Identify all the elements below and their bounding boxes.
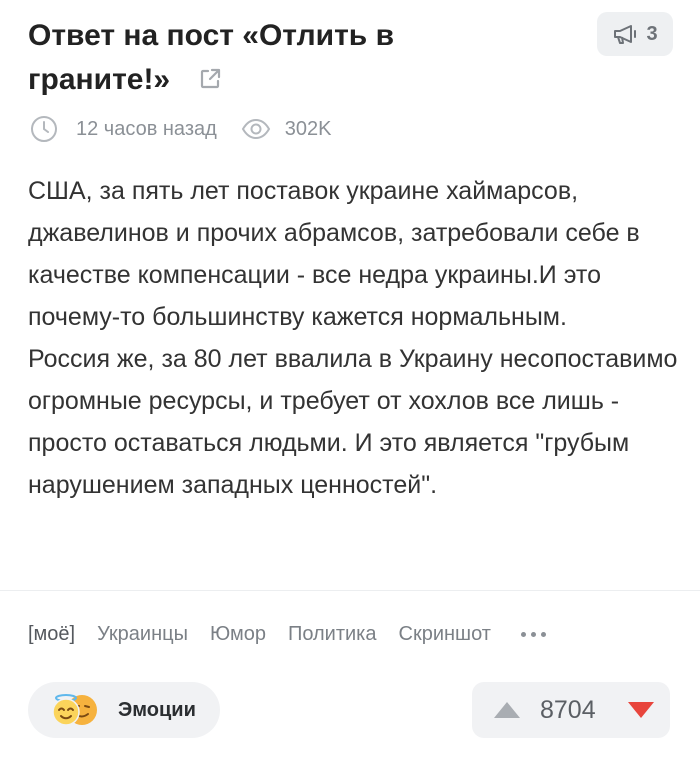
comments-count: 3 (646, 22, 658, 45)
post-body: США, за пять лет поставок украине хаймар… (28, 170, 678, 506)
rating-value: 8704 (540, 695, 596, 724)
tag-mine[interactable]: [моё] (28, 623, 75, 646)
emoji-angel-icon (52, 694, 80, 726)
clock-icon (31, 116, 57, 142)
vote-down-button[interactable] (626, 700, 656, 720)
eye-icon (241, 118, 270, 140)
post-time: 12 часов назад (76, 117, 217, 140)
post-paragraph-2: Россия же, за 80 лет ввалила в Украину н… (28, 345, 678, 499)
rating-box: 8704 (472, 682, 670, 738)
post-paragraph-1: США, за пять лет поставок украине хаймар… (28, 177, 640, 331)
megaphone-icon (614, 25, 637, 44)
vote-up-button[interactable] (492, 700, 522, 720)
tag-ukrainians[interactable]: Украинцы (97, 623, 188, 646)
arrow-up-icon (494, 702, 520, 718)
tag-screenshot[interactable]: Скриншот (399, 623, 491, 646)
post-views: 302K (284, 117, 332, 140)
emotions-button[interactable]: Эмоции (28, 682, 220, 738)
emoji-stack (50, 690, 104, 730)
more-dots-icon[interactable] (520, 631, 546, 637)
divider (0, 590, 700, 591)
arrow-down-icon (628, 702, 654, 718)
post-title[interactable]: Ответ на пост «Отлить в граните!» (28, 14, 508, 102)
tag-politics[interactable]: Политика (288, 623, 377, 646)
post-meta: 12 часов назад 302K (30, 112, 332, 146)
tags-list: [моё] Украинцы Юмор Политика Скриншот (28, 618, 546, 650)
tag-humor[interactable]: Юмор (210, 623, 266, 646)
emotions-label: Эмоции (118, 698, 196, 721)
post-title-line-1[interactable]: Ответ на пост «Отлить в (28, 14, 508, 58)
comments-button[interactable]: 3 (597, 12, 673, 56)
post-title-text-2[interactable]: граните!» (28, 63, 170, 96)
external-link-icon[interactable] (198, 67, 222, 91)
post-title-line-2[interactable]: граните!» (28, 58, 508, 102)
